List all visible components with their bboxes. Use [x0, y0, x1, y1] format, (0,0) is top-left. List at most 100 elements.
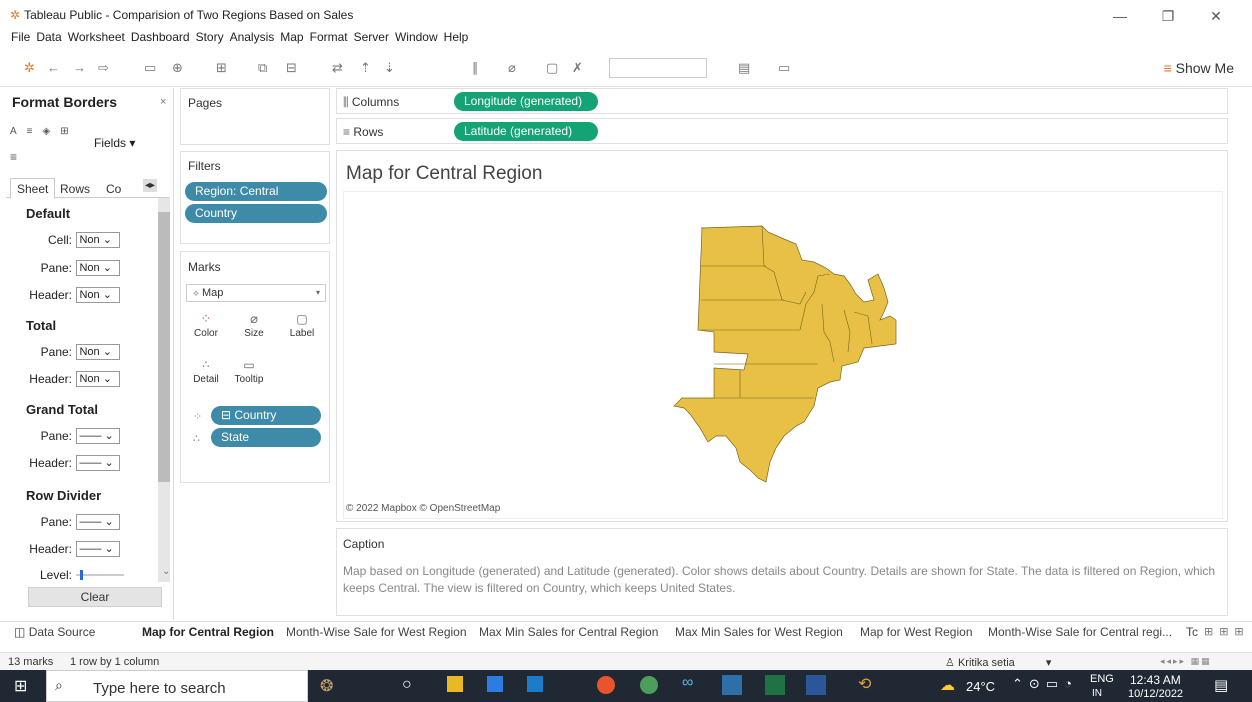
group-icon[interactable]: ⌀	[508, 60, 516, 76]
data-source-tab[interactable]: ◫ Data Source	[14, 625, 95, 639]
sheet-tab-month-west[interactable]: Month-Wise Sale for West Region	[286, 625, 467, 639]
tableau-home-icon[interactable]: ✲	[24, 60, 35, 76]
tab-sheet[interactable]: Sheet	[10, 178, 56, 199]
row-divider-pane-select[interactable]: —— ⌄	[76, 513, 121, 530]
save-icon[interactable]: ▭	[144, 60, 156, 76]
presentation-icon[interactable]: ▭	[778, 60, 790, 76]
chrome-icon[interactable]	[597, 676, 615, 694]
highlight-icon[interactable]: ∥	[472, 60, 479, 76]
menu-story[interactable]: Story	[196, 30, 224, 48]
filter-region-pill[interactable]: Region: Central	[185, 182, 327, 201]
grand-total-header-select[interactable]: —— ⌄	[76, 454, 121, 471]
store-icon[interactable]	[487, 676, 503, 692]
tab-columns[interactable]: Co	[106, 182, 121, 196]
file-explorer-icon[interactable]	[447, 676, 463, 692]
windows-start-icon[interactable]: ⊞	[14, 676, 27, 696]
label-button[interactable]: ▢ Label	[284, 310, 320, 350]
replay-icon[interactable]: ⇨	[98, 60, 109, 76]
fix-axes-icon[interactable]: ✗	[572, 60, 583, 76]
user-menu[interactable]: ♙ Kritika setia ▾	[945, 656, 1051, 669]
show-me-button[interactable]: ≡ Show Me	[1164, 60, 1234, 76]
map-area[interactable]	[343, 191, 1223, 519]
mail-icon[interactable]	[527, 676, 543, 692]
rows-latitude-pill[interactable]: Latitude (generated)	[454, 122, 598, 141]
columns-longitude-pill[interactable]: Longitude (generated)	[454, 92, 598, 111]
default-pane-select[interactable]: Non ⌄	[76, 259, 121, 276]
default-header-select[interactable]: Non ⌄	[76, 286, 121, 303]
menu-server[interactable]: Server	[354, 30, 389, 48]
menu-data[interactable]: Data	[36, 30, 61, 48]
fields-dropdown[interactable]: Fields ▾	[94, 136, 135, 150]
mark-type-dropdown[interactable]: ⟡ Map ▾	[186, 284, 326, 302]
menu-format[interactable]: Format	[310, 30, 348, 48]
scroll-down-icon[interactable]: ⌄	[162, 566, 170, 577]
jupyter-icon[interactable]: ⟲	[858, 674, 871, 694]
tooltip-button[interactable]: ▭ Tooltip	[228, 356, 270, 396]
clock-time[interactable]: 12:43 AM	[1130, 673, 1181, 687]
pane-scrollbar[interactable]	[158, 198, 170, 582]
menu-dashboard[interactable]: Dashboard	[131, 30, 190, 48]
close-button[interactable]: ✕	[1198, 2, 1234, 30]
tableau-taskbar-icon[interactable]	[722, 675, 742, 695]
tab-scroll-icon[interactable]: ◂▸	[143, 179, 158, 192]
fit-dropdown[interactable]	[609, 58, 707, 78]
menu-window[interactable]: Window	[395, 30, 438, 48]
clock-date[interactable]: 10/12/2022	[1128, 688, 1183, 700]
sheet-tab-map-west[interactable]: Map for West Region	[860, 625, 973, 639]
menu-file[interactable]: File	[11, 30, 30, 48]
borders-icon[interactable]: ≡	[10, 150, 17, 164]
sheet-tab-maxmin-central[interactable]: Max Min Sales for Central Region	[479, 625, 658, 639]
sort-desc-icon[interactable]: ⇣	[384, 60, 395, 76]
sheet-tab-more[interactable]: Tc	[1186, 625, 1198, 639]
menu-help[interactable]: Help	[444, 30, 469, 48]
swap-icon[interactable]: ⇄	[332, 60, 343, 76]
sort-asc-icon[interactable]: ⇡	[360, 60, 371, 76]
maximize-button[interactable]: ❐	[1150, 2, 1186, 30]
language[interactable]: ENG	[1090, 673, 1114, 685]
clear-button[interactable]: Clear	[28, 587, 162, 607]
level-slider[interactable]	[76, 569, 125, 580]
total-header-select[interactable]: Non ⌄	[76, 370, 121, 387]
grand-total-pane-select[interactable]: —— ⌄	[76, 427, 121, 444]
show-cards-icon[interactable]: ▤	[738, 60, 750, 76]
map-attribution[interactable]: © 2022 Mapbox © OpenStreetMap	[346, 503, 500, 514]
central-region-shape[interactable]	[673, 225, 897, 483]
fossil-search-icon[interactable]: ❂	[320, 676, 333, 696]
task-view-icon[interactable]: ○	[402, 676, 412, 694]
new-datasource-icon[interactable]: ⊕	[172, 60, 183, 76]
duplicate-sheet-icon[interactable]: ⧉	[258, 60, 267, 76]
sheet-tab-maxmin-west[interactable]: Max Min Sales for West Region	[675, 625, 843, 639]
sheet-tab-map-central[interactable]: Map for Central Region	[142, 625, 274, 639]
new-sheet-icon[interactable]: ⊞	[216, 60, 227, 76]
word-icon[interactable]	[806, 675, 826, 695]
minimize-button[interactable]: —	[1102, 2, 1138, 30]
region-outline[interactable]	[673, 225, 897, 483]
size-button[interactable]: ⌀ Size	[236, 310, 272, 350]
notifications-icon[interactable]: ▤	[1214, 676, 1228, 694]
menu-worksheet[interactable]: Worksheet	[68, 30, 125, 48]
redo-icon[interactable]: →	[73, 60, 86, 75]
marks-state-pill[interactable]: State	[211, 428, 321, 447]
tray-icons[interactable]: ⌃⊙▭◔	[1012, 676, 1078, 692]
label-icon[interactable]: ▢	[546, 60, 558, 76]
color-button[interactable]: ⁘ Color	[188, 310, 224, 350]
navigation-icons[interactable]: ◂◂▸▸ ▦▦	[1160, 656, 1212, 667]
undo-icon[interactable]: ←	[47, 60, 60, 75]
marks-country-pill[interactable]: ⊟ Country	[211, 406, 321, 425]
total-pane-select[interactable]: Non ⌄	[76, 343, 121, 360]
close-pane-icon[interactable]: ×	[160, 96, 166, 108]
row-divider-header-select[interactable]: —— ⌄	[76, 540, 121, 557]
format-type-icons[interactable]: A≡◈⊞	[10, 126, 79, 137]
chrome-alt-icon[interactable]	[640, 676, 658, 694]
detail-button[interactable]: ∴ Detail	[188, 356, 224, 396]
excel-icon[interactable]	[765, 675, 785, 695]
menu-analysis[interactable]: Analysis	[230, 30, 275, 48]
new-sheet-tab-icons[interactable]: ⊞⊞⊞	[1204, 625, 1250, 638]
clear-sheet-icon[interactable]: ⊟	[286, 60, 297, 76]
tab-rows[interactable]: Rows	[60, 182, 90, 196]
webex-icon[interactable]: ∞	[682, 674, 693, 692]
filter-country-pill[interactable]: Country	[185, 204, 327, 223]
default-cell-select[interactable]: Non ⌄	[76, 231, 121, 248]
sheet-tab-month-central[interactable]: Month-Wise Sale for Central regi...	[988, 625, 1172, 639]
menu-map[interactable]: Map	[280, 30, 303, 48]
